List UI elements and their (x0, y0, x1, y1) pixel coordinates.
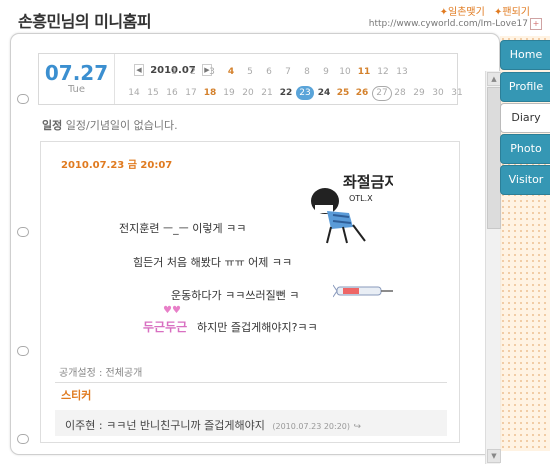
post-line-2: 힘든거 처음 해봤다 ㅠㅠ 어제 ㅋㅋ (133, 256, 293, 269)
comment-author[interactable]: 이주현 (65, 419, 95, 432)
comment-text: ㅋㅋ넌 반니친구니까 즐겁게해야지 (106, 419, 265, 432)
calendar: 07.27 Tue ◀ 2010.07 ▶ 1 2 3 4 5 6 7 8 9 10 11 12 13 … (38, 53, 463, 105)
scroll-up-icon[interactable]: ▲ (487, 72, 501, 86)
sticker-character-icon: 좌절금지 OTL.X (311, 173, 393, 244)
url-plus-button[interactable]: + (530, 18, 542, 30)
calendar-day[interactable]: 9 (317, 67, 335, 77)
divider (55, 382, 447, 383)
calendar-day[interactable]: 22 (277, 88, 295, 98)
calendar-day[interactable]: 27 (372, 86, 392, 101)
calendar-day[interactable]: 20 (239, 88, 257, 98)
calendar-day[interactable]: 16 (163, 88, 181, 98)
calendar-day[interactable]: 30 (429, 88, 447, 98)
sticker-subtitle: OTL.X (349, 194, 373, 203)
doodle-text: 두근두근 (143, 320, 188, 334)
binder-ring (17, 346, 29, 356)
top-links: ✦일촌맺기 ✦팬되기 (434, 3, 530, 18)
calendar-day[interactable]: 3 (203, 67, 221, 77)
scroll-down-icon[interactable]: ▼ (487, 449, 501, 463)
tab-photo[interactable]: Photo (500, 134, 550, 164)
schedule-text: 일정/기념일이 없습니다. (65, 119, 178, 132)
scrollbar[interactable]: ▲ ▼ (485, 71, 501, 464)
calendar-day[interactable]: 11 (355, 67, 373, 77)
prev-month-icon[interactable]: ◀ (134, 64, 144, 76)
calendar-day[interactable]: 14 (125, 88, 143, 98)
comment-time: (2010.07.23 20:20) (272, 422, 351, 431)
sticker-title: 좌절금지 (343, 173, 393, 191)
tab-visitor[interactable]: Visitor (500, 165, 550, 195)
diary-post: 2010.07.23 금 20:07 좌절금지 OTL.X 전지훈련 ㅡ_ㅡ 이… (40, 141, 460, 443)
comment-row: 이주현 : ㅋㅋ넌 반니친구니까 즐겁게해야지 (2010.07.23 20:2… (55, 410, 447, 436)
calendar-day[interactable]: 15 (144, 88, 162, 98)
date-number: 07.27 (44, 61, 109, 85)
sticker-section-title[interactable]: 스티커 (61, 387, 91, 403)
current-date: 07.27 Tue (39, 54, 115, 104)
calendar-day[interactable]: 5 (241, 67, 259, 77)
tab-diary[interactable]: Diary (500, 103, 550, 133)
calendar-day[interactable]: 26 (353, 88, 371, 98)
calendar-day[interactable]: 17 (182, 88, 200, 98)
heart-icon: ♥♥ (163, 305, 181, 316)
binder-ring (17, 94, 29, 104)
site-title: 손흥민님의 미니홈피 (18, 12, 152, 31)
post-line-4: 하지만 즐겁게해야지?ㅋㅋ (197, 321, 318, 334)
calendar-day[interactable]: 31 (448, 88, 466, 98)
tab-profile[interactable]: Profile (500, 72, 550, 102)
date-weekday: Tue (67, 84, 86, 95)
calendar-day[interactable]: 10 (336, 67, 354, 77)
homepage-url[interactable]: http://www.cyworld.com/Im-Love17 (369, 19, 528, 29)
privacy-setting: 공개설정 : 전체공개 (59, 368, 143, 379)
schedule: 일정 일정/기념일이 없습니다. (42, 117, 178, 133)
ilchon-link[interactable]: ✦일촌맺기 (440, 7, 485, 18)
schedule-label: 일정 (42, 119, 63, 132)
calendar-day[interactable]: 28 (391, 88, 409, 98)
binder-ring (17, 227, 29, 237)
syringe-icon (333, 284, 393, 298)
calendar-day[interactable]: 24 (315, 88, 333, 98)
calendar-day[interactable]: 2 (184, 67, 202, 77)
calendar-day[interactable]: 4 (222, 67, 240, 77)
calendar-day[interactable]: 29 (410, 88, 428, 98)
reply-icon[interactable]: ↪ (354, 422, 362, 432)
calendar-day[interactable]: 8 (298, 67, 316, 77)
calendar-day[interactable]: 7 (279, 67, 297, 77)
calendar-day[interactable]: 18 (201, 88, 219, 98)
post-line-3: 운동하다가 ㅋㅋ쓰러질뻔 ㅋ (171, 289, 300, 302)
calendar-day[interactable]: 25 (334, 88, 352, 98)
calendar-day[interactable]: 19 (220, 88, 238, 98)
post-line-1: 전지훈련 ㅡ_ㅡ 이렇게 ㅋㅋ (119, 222, 247, 235)
scroll-thumb[interactable] (487, 87, 501, 229)
calendar-day[interactable]: 23 (296, 86, 314, 100)
comment: 이주현 : ㅋㅋ넌 반니친구니까 즐겁게해야지 (2010.07.23 20:2… (65, 419, 362, 432)
binder-ring (17, 434, 29, 444)
calendar-day[interactable]: 6 (260, 67, 278, 77)
calendar-day[interactable]: 1 (165, 67, 183, 77)
tab-home[interactable]: Home (500, 40, 550, 70)
calendar-day[interactable]: 13 (393, 67, 411, 77)
fan-link[interactable]: ✦팬되기 (494, 7, 530, 18)
calendar-day[interactable]: 21 (258, 88, 276, 98)
calendar-day[interactable]: 12 (374, 67, 392, 77)
post-date: 2010.07.23 금 20:07 (61, 160, 173, 171)
